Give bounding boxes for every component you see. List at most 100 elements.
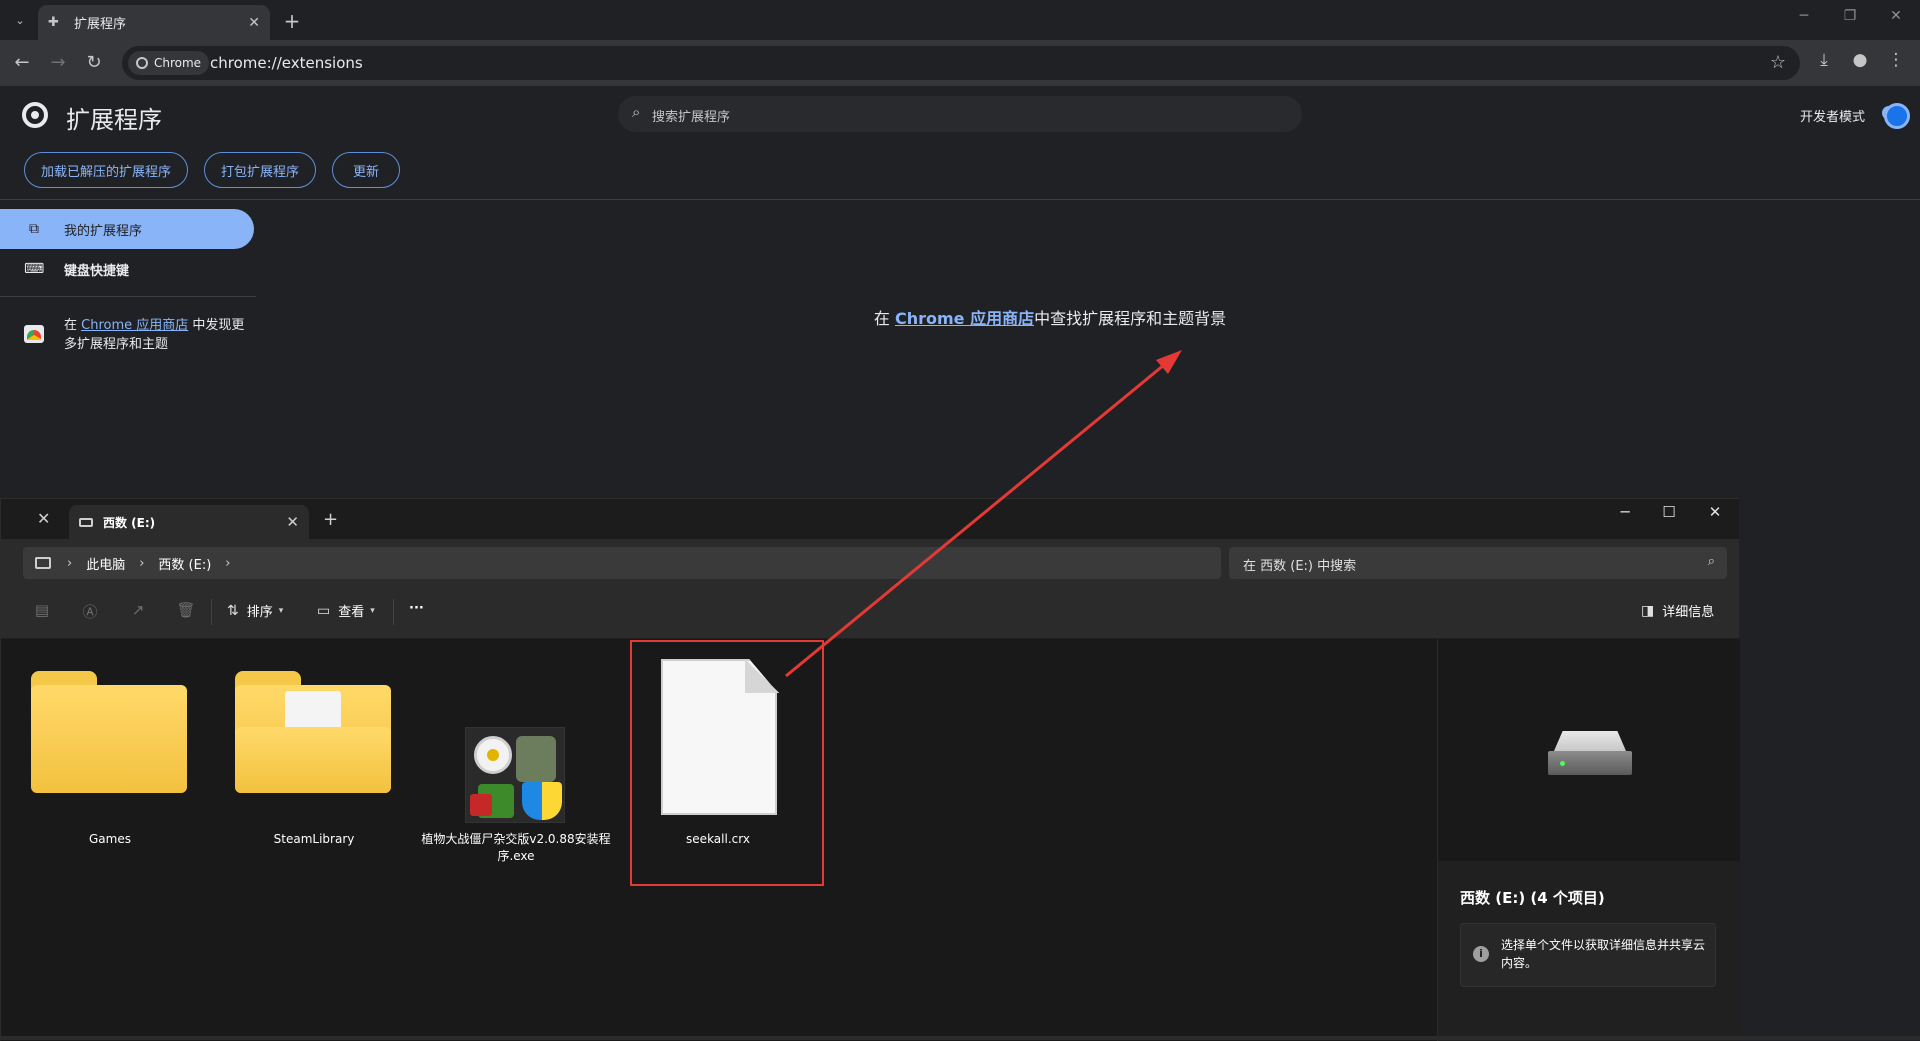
maximize-button[interactable]: ☐ [1649, 503, 1689, 521]
chrome-logo-icon [22, 102, 48, 128]
web-store-promo: 在 Chrome 应用商店 中发现更多扩展程序和主题 [64, 316, 254, 354]
forward-button[interactable]: → [46, 51, 70, 75]
explorer-command-bar: ▤ Ⓐ ↗ 🗑 ⇅ 排序 ▾ ▭ 查看 ▾ ··· ◨ 详细信息 [1, 585, 1739, 639]
annotation-highlight-box [630, 640, 824, 886]
details-pane-icon: ◨ [1641, 602, 1655, 619]
restore-button[interactable]: ❐ [1830, 8, 1870, 24]
clipboard-icon[interactable]: ▤ [31, 601, 53, 623]
view-button[interactable]: ▭ 查看 ▾ [317, 601, 375, 621]
web-store-link-main[interactable]: Chrome 应用商店 [895, 309, 1034, 328]
web-store-link[interactable]: Chrome 应用商店 [81, 318, 188, 333]
update-button[interactable]: 更新 [332, 152, 400, 188]
store-prefix: 在 [64, 318, 82, 333]
msg-suffix: 中查找扩展程序和主题背景 [1034, 309, 1227, 328]
sort-icon: ⇅ [227, 602, 239, 619]
search-icon: ⌕ [632, 103, 641, 121]
installer-app-icon [465, 727, 565, 823]
empty-state-message: 在 Chrome 应用商店中查找扩展程序和主题背景 [700, 305, 1400, 329]
search-placeholder: 搜索扩展程序 [652, 110, 731, 125]
item-label: SteamLibrary [273, 832, 355, 846]
computer-icon [35, 557, 51, 569]
folder-item-games[interactable]: Games [15, 639, 205, 879]
sidebar-item-label: 我的扩展程序 [64, 223, 143, 239]
load-unpacked-button[interactable]: 加载已解压的扩展程序 [24, 152, 188, 188]
explorer-search-input[interactable]: 在 西数 (E:) 中搜索 ⌕ [1229, 547, 1727, 579]
file-explorer-window: ✕ 西数 (E:) ✕ + ─ ☐ ✕ › 此电脑 › 西数 (E:) › 在 … [0, 498, 1740, 1041]
chevron-right-icon[interactable]: › [67, 556, 72, 571]
new-tab-button[interactable]: + [280, 9, 304, 33]
new-tab-button[interactable]: + [323, 509, 338, 530]
browser-tabstrip: ⌄ ✚ 扩展程序 ✕ + ─ ❐ ✕ [0, 0, 1920, 40]
web-store-icon [24, 325, 44, 343]
details-label: 详细信息 [1662, 605, 1715, 620]
close-window-button[interactable]: ✕ [1876, 8, 1916, 24]
sidebar-item-shortcuts[interactable]: ⌨ 键盘快捷键 [0, 249, 254, 289]
reload-button[interactable]: ↻ [82, 51, 106, 75]
chevron-right-icon[interactable]: › [139, 556, 144, 571]
menu-kebab-icon[interactable]: ⋮ [1884, 50, 1908, 70]
close-tab-icon[interactable]: ✕ [248, 15, 260, 31]
info-icon: i [1473, 946, 1489, 962]
minimize-button[interactable]: ─ [1784, 8, 1824, 24]
item-label: 植物大战僵尸杂交版v2.0.88安装程序.exe [421, 832, 611, 863]
divider [393, 599, 394, 625]
close-window-button[interactable]: ✕ [1695, 503, 1735, 521]
taskbar-edge [0, 1036, 1920, 1040]
browser-toolbar: ← → ↻ Chrome chrome://extensions ☆ ⤓ ● ⋮ [0, 40, 1920, 86]
url-text[interactable]: chrome://extensions [210, 54, 363, 72]
more-options-button[interactable]: ··· [409, 601, 424, 616]
browser-tab-title: 扩展程序 [74, 17, 127, 32]
extensions-search-input[interactable]: ⌕ 搜索扩展程序 [618, 96, 1302, 132]
site-chip[interactable]: Chrome [128, 51, 210, 75]
divider [211, 599, 212, 625]
folder-icon [235, 671, 391, 793]
trash-icon[interactable]: 🗑 [175, 601, 197, 623]
sort-button[interactable]: ⇅ 排序 ▾ [227, 601, 283, 621]
download-icon[interactable]: ⤓ [1812, 50, 1836, 70]
details-pane: 西数 (E:) (4 个项目) i 选择单个文件以获取详细信息并共享云内容。 [1437, 639, 1740, 1041]
breadcrumb-drive[interactable]: 西数 (E:) [158, 554, 211, 573]
drive-icon [79, 517, 93, 527]
keyboard-icon: ⌨ [24, 261, 45, 277]
sidebar-item-my-extensions[interactable]: ⧉ 我的扩展程序 [0, 209, 254, 249]
msg-prefix: 在 [873, 309, 895, 328]
chevron-down-icon: ▾ [370, 605, 375, 616]
developer-mode-toggle[interactable] [1882, 103, 1910, 129]
chevron-right-icon[interactable]: › [225, 556, 230, 571]
developer-mode-label: 开发者模式 [1800, 110, 1866, 125]
profile-icon[interactable]: ● [1848, 50, 1872, 70]
puzzle-icon: ✚ [48, 15, 59, 30]
site-chip-label: Chrome [154, 56, 202, 70]
view-label: 查看 [338, 605, 365, 620]
explorer-address-bar: › 此电脑 › 西数 (E:) › 在 西数 (E:) 中搜索 ⌕ [1, 539, 1739, 585]
details-info-box: i 选择单个文件以获取详细信息并共享云内容。 [1460, 923, 1716, 987]
tab-search-chevron-icon[interactable]: ⌄ [8, 8, 32, 32]
omnibox[interactable]: Chrome chrome://extensions ☆ [122, 46, 1800, 80]
bookmark-star-icon[interactable]: ☆ [1770, 52, 1786, 73]
details-pane-button[interactable]: ◨ 详细信息 [1641, 601, 1715, 621]
sidebar-item-label: 键盘快捷键 [64, 263, 130, 279]
close-icon[interactable]: ✕ [37, 509, 50, 528]
item-label: Games [89, 832, 131, 846]
share-icon[interactable]: ↗ [127, 601, 149, 623]
explorer-search-placeholder: 在 西数 (E:) 中搜索 [1243, 559, 1357, 574]
back-button[interactable]: ← [10, 51, 34, 75]
details-title: 西数 (E:) (4 个项目) [1460, 889, 1605, 907]
breadcrumb[interactable]: › 此电脑 › 西数 (E:) › [23, 547, 1221, 579]
search-icon: ⌕ [1707, 554, 1715, 569]
breadcrumb-this-pc[interactable]: 此电脑 [86, 554, 125, 573]
details-info-text: 选择单个文件以获取详细信息并共享云内容。 [1501, 938, 1706, 970]
pack-extension-button[interactable]: 打包扩展程序 [204, 152, 316, 188]
folder-icon [31, 671, 187, 793]
details-preview [1438, 639, 1740, 861]
explorer-tab-title: 西数 (E:) [103, 515, 156, 530]
close-tab-icon[interactable]: ✕ [286, 513, 299, 531]
view-icon: ▭ [317, 602, 331, 619]
page-title: 扩展程序 [66, 106, 162, 134]
rename-icon[interactable]: Ⓐ [79, 601, 101, 623]
sidebar-divider [0, 296, 256, 297]
browser-tab-extensions[interactable]: ✚ 扩展程序 ✕ [38, 5, 270, 40]
minimize-button[interactable]: ─ [1605, 503, 1645, 521]
folder-item-steamlibrary[interactable]: SteamLibrary [219, 639, 409, 879]
explorer-tab[interactable]: 西数 (E:) ✕ [69, 505, 309, 539]
